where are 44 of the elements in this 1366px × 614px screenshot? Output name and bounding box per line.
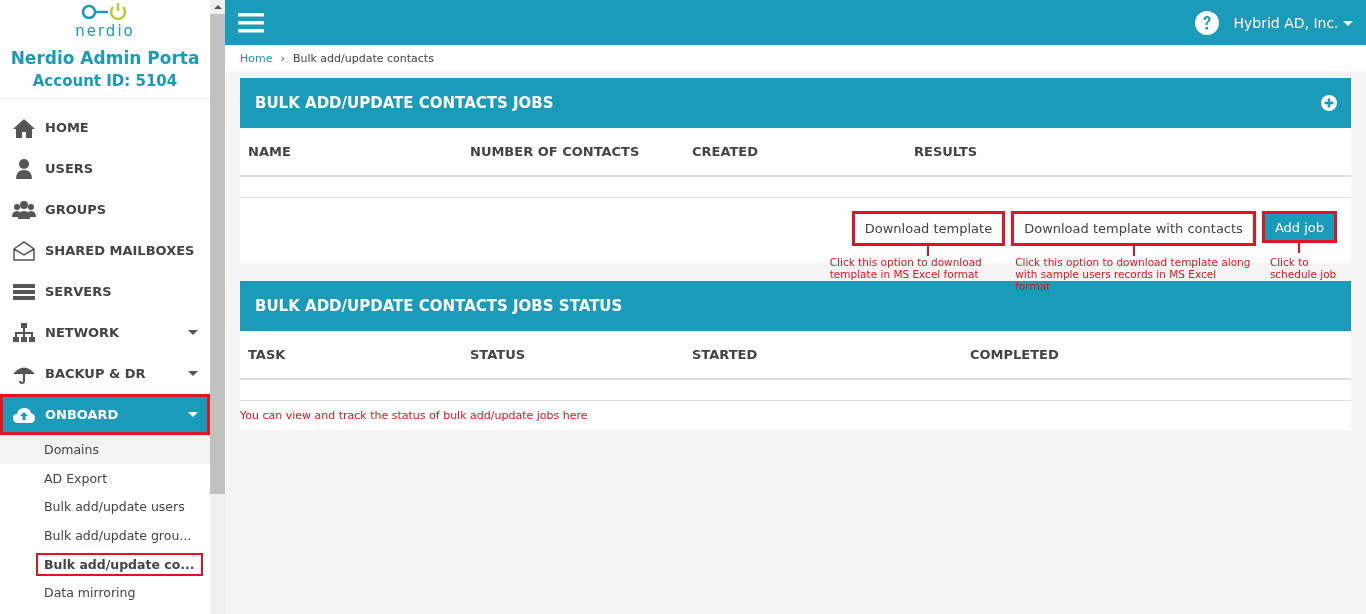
nav-item[interactable]: SHARED MAILBOXES — [0, 230, 210, 271]
panel-title: BULK ADD/UPDATE CONTACTS JOBS STATUS — [255, 297, 623, 315]
annotation-text: Click this option to download template along with sample users records in MS Excel format — [1015, 256, 1252, 292]
nav-item[interactable]: GROUPS — [0, 189, 210, 230]
house-icon — [12, 116, 36, 139]
column-header: NAME — [248, 144, 292, 159]
nav-item[interactable]: HOME — [0, 107, 210, 148]
portal-title: Nerdio Admin Porta — [10, 48, 200, 68]
column-header: TASK — [248, 347, 287, 362]
account-id: Account ID: 5104 — [32, 72, 178, 90]
breadcrumb-separator: › — [280, 51, 285, 65]
nav-item[interactable]: SERVERS — [0, 271, 210, 312]
nav-item[interactable]: NETWORK — [0, 312, 210, 353]
column-header: CREATED — [692, 144, 760, 159]
nav-item[interactable]: BACKUP & DR — [0, 353, 210, 394]
caret-icon — [188, 330, 198, 335]
submenu-item[interactable]: Bulk add/update co... — [36, 552, 203, 576]
submenu-item[interactable]: Data mirroring — [36, 581, 144, 605]
caret-icon — [188, 371, 198, 376]
help-icon[interactable] — [1195, 10, 1220, 35]
annotation-text: Click this option to download template in MS Excel format — [829, 256, 983, 280]
group-icon — [12, 198, 36, 221]
download-button[interactable]: Download template with contacts — [1011, 211, 1256, 246]
annotation-text: Click to schedule job — [1269, 256, 1338, 280]
scrollbar[interactable] — [210, 0, 225, 614]
annotation-text: You can view and track the status of bulk add/update jobs here — [240, 408, 589, 424]
submenu-item[interactable]: Bulk add/update users — [36, 495, 193, 519]
network-icon — [12, 321, 36, 344]
nav-item[interactable]: USERS — [0, 148, 210, 189]
column-header: NUMBER OF CONTACTS — [470, 144, 641, 159]
download-button[interactable]: Download template — [851, 211, 1006, 246]
panel-title: BULK ADD/UPDATE CONTACTS JOBS — [255, 94, 554, 112]
add-icon[interactable] — [1321, 95, 1337, 111]
column-header: STARTED — [692, 347, 759, 362]
envelope-icon — [12, 239, 36, 262]
menu-icon[interactable] — [238, 12, 264, 33]
column-header: RESULTS — [914, 144, 979, 159]
caret-icon — [188, 412, 198, 417]
submenu-item[interactable]: AD Export — [36, 466, 116, 490]
submenu-item[interactable]: Bulk add/update grou... — [36, 523, 200, 547]
column-header: COMPLETED — [970, 347, 1060, 362]
logo-text: nerdio — [75, 22, 135, 40]
column-header: STATUS — [470, 347, 527, 362]
breadcrumb-current: Bulk add/update contacts — [292, 51, 434, 65]
